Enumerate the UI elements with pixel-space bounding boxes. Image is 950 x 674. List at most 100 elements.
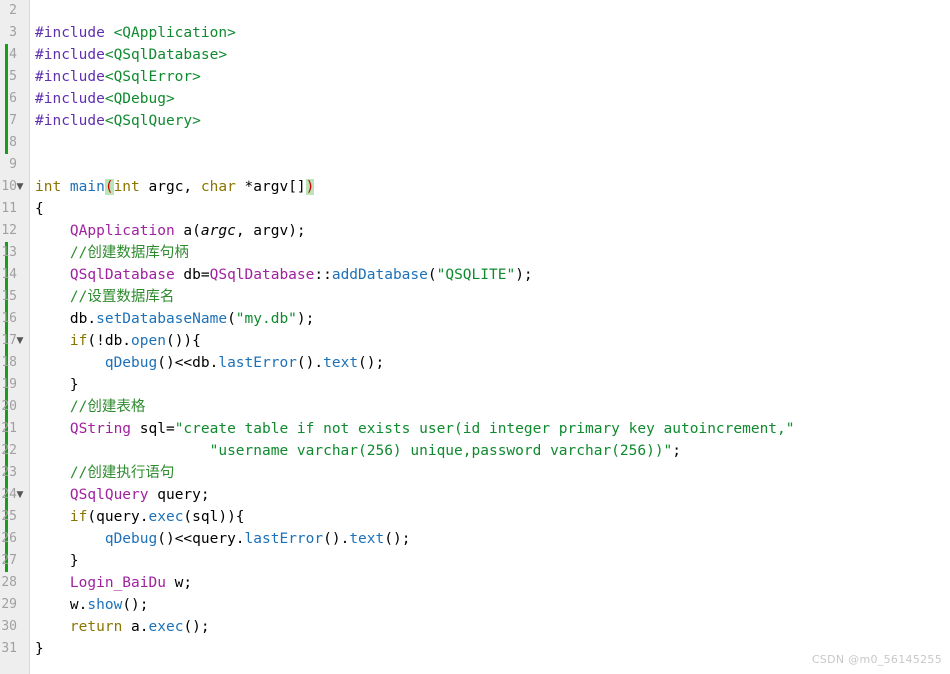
- code-line[interactable]: [35, 154, 950, 176]
- line-number: 25: [1, 509, 17, 524]
- code-token: w.: [35, 597, 88, 613]
- code-token: #include: [35, 25, 114, 41]
- code-token: argc: [200, 223, 236, 239]
- code-line[interactable]: w.show();: [35, 594, 950, 616]
- code-line[interactable]: qDebug()<<db.lastError().text();: [35, 352, 950, 374]
- code-token: QApplication: [69, 223, 175, 239]
- code-line[interactable]: if(!db.open()){: [35, 330, 950, 352]
- code-token: "QSQLITE": [436, 267, 516, 283]
- code-token: QSqlDatabase: [209, 267, 315, 283]
- code-token: show: [87, 597, 123, 613]
- code-token: ): [305, 179, 315, 195]
- code-token: setDatabaseName: [96, 311, 228, 327]
- code-line[interactable]: "username varchar(256) unique,password v…: [35, 440, 950, 462]
- code-token: #include: [35, 113, 105, 129]
- code-line[interactable]: QApplication a(argc, argv);: [35, 220, 950, 242]
- code-token: text: [323, 355, 359, 371]
- code-token: addDatabase: [331, 267, 428, 283]
- code-token: exec: [148, 509, 184, 525]
- line-number: 9: [9, 157, 17, 172]
- code-line[interactable]: QString sql="create table if not exists …: [35, 418, 950, 440]
- code-line[interactable]: //创建数据库句柄: [35, 242, 950, 264]
- code-line[interactable]: qDebug()<<query.lastError().text();: [35, 528, 950, 550]
- code-token: ();: [358, 355, 385, 371]
- code-line[interactable]: [35, 0, 950, 22]
- code-token: return: [69, 619, 123, 635]
- code-token: //设置数据库名: [35, 289, 175, 305]
- code-line[interactable]: QSqlDatabase db=QSqlDatabase::addDatabas…: [35, 264, 950, 286]
- fold-collapse-icon[interactable]: ▼: [13, 176, 27, 198]
- code-line[interactable]: }: [35, 374, 950, 396]
- code-line[interactable]: return a.exec();: [35, 616, 950, 638]
- code-token: main: [69, 179, 105, 195]
- code-line[interactable]: #include<QSqlError>: [35, 66, 950, 88]
- code-line[interactable]: QSqlQuery query;: [35, 484, 950, 506]
- line-number: 20: [1, 399, 17, 414]
- code-line[interactable]: int main(int argc, char *argv[]): [35, 176, 950, 198]
- line-number: 27: [1, 553, 17, 568]
- code-token: ();: [384, 531, 411, 547]
- line-number: 12: [1, 223, 17, 238]
- code-token: #include: [35, 69, 105, 85]
- line-number: 2: [9, 3, 17, 18]
- code-line[interactable]: }: [35, 550, 950, 572]
- line-number: 15: [1, 289, 17, 304]
- code-token: ().: [296, 355, 324, 371]
- editor-gutter[interactable]: 2 3 4 5 6 7 8 9 10 ▼ 11 12 13 14 15 16 17 ▼ 18 19 20 21 22 23 24…: [0, 0, 30, 674]
- code-token: }: [35, 377, 79, 393]
- code-token: qDebug: [104, 355, 158, 371]
- code-line[interactable]: {: [35, 198, 950, 220]
- code-token: argc,: [139, 179, 201, 195]
- code-token: (: [427, 267, 437, 283]
- code-token: query;: [148, 487, 210, 503]
- code-token: <QDebug>: [104, 91, 175, 107]
- line-number: 7: [9, 113, 17, 128]
- code-line[interactable]: if(query.exec(sql)){: [35, 506, 950, 528]
- code-token: <QApplication>: [113, 25, 236, 41]
- code-token: open: [131, 333, 166, 349]
- code-token: (: [227, 311, 236, 327]
- code-token: ::: [314, 267, 332, 283]
- code-token: a(: [174, 223, 201, 239]
- code-token: ().: [323, 531, 350, 547]
- code-editor[interactable]: 2 3 4 5 6 7 8 9 10 ▼ 11 12 13 14 15 16 17 ▼ 18 19 20 21 22 23 24…: [0, 0, 950, 674]
- code-line[interactable]: //创建执行语句: [35, 462, 950, 484]
- line-number: 19: [1, 377, 17, 392]
- code-line[interactable]: #include<QSqlQuery>: [35, 110, 950, 132]
- code-line[interactable]: db.setDatabaseName("my.db");: [35, 308, 950, 330]
- code-token: );: [296, 311, 315, 327]
- code-token: w;: [165, 575, 193, 591]
- fold-collapse-icon[interactable]: ▼: [13, 484, 27, 506]
- code-line[interactable]: #include<QSqlDatabase>: [35, 44, 950, 66]
- line-number: 18: [1, 355, 17, 370]
- line-number: 23: [1, 465, 17, 480]
- code-line[interactable]: #include<QDebug>: [35, 88, 950, 110]
- line-number: 8: [9, 135, 17, 150]
- code-token: {: [35, 201, 44, 217]
- code-token: <QSqlError>: [104, 69, 201, 85]
- code-token: char: [200, 179, 236, 195]
- code-line[interactable]: [35, 132, 950, 154]
- code-line[interactable]: //创建表格: [35, 396, 950, 418]
- code-line[interactable]: Login_BaiDu w;: [35, 572, 950, 594]
- code-line[interactable]: //设置数据库名: [35, 286, 950, 308]
- code-token: (!db.: [87, 333, 132, 349]
- code-token: ();: [183, 619, 210, 635]
- code-token: //创建表格: [35, 399, 146, 415]
- code-area[interactable]: #include <QApplication> #include<QSqlData…: [30, 0, 950, 674]
- fold-collapse-icon[interactable]: ▼: [13, 330, 27, 352]
- code-token: //创建数据库句柄: [35, 245, 189, 261]
- code-line[interactable]: #include <QApplication>: [35, 22, 950, 44]
- code-token: QSqlQuery: [69, 487, 149, 503]
- line-number: 30: [1, 619, 17, 634]
- code-token: (: [104, 179, 114, 195]
- line-number: 11: [1, 201, 17, 216]
- code-token: ()<<query.: [157, 531, 245, 547]
- code-token: <QSqlQuery>: [104, 113, 201, 129]
